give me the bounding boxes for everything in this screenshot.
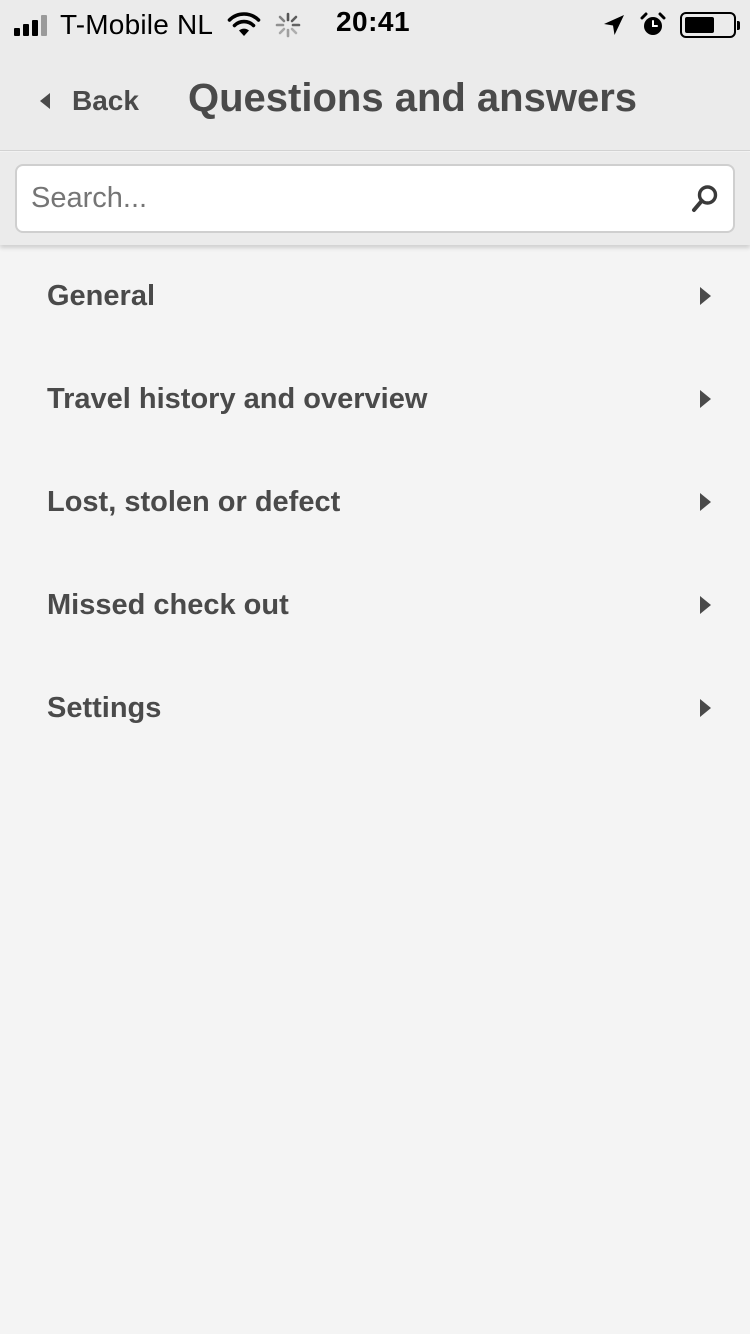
category-list: General Travel history and overview Lost… — [0, 246, 750, 761]
category-item-general[interactable]: General — [0, 246, 750, 349]
category-label: Lost, stolen or defect — [47, 486, 341, 518]
alarm-icon — [640, 12, 666, 35]
chevron-right-icon — [700, 699, 711, 717]
search-input[interactable] — [31, 166, 671, 231]
page-title: Questions and answers — [188, 76, 638, 120]
chevron-right-icon — [700, 493, 711, 511]
search-box[interactable] — [15, 164, 735, 233]
chevron-right-icon — [700, 390, 711, 408]
screen: T-Mobile NL 20:41 Back Questions and ans… — [0, 0, 750, 1334]
back-arrow-icon — [40, 93, 50, 109]
category-item-missed-check-out[interactable]: Missed check out — [0, 555, 750, 658]
search-area — [0, 152, 750, 245]
category-item-lost-stolen[interactable]: Lost, stolen or defect — [0, 452, 750, 555]
category-label: Settings — [47, 692, 162, 724]
category-item-settings[interactable]: Settings — [0, 658, 750, 761]
status-bar: T-Mobile NL 20:41 — [0, 0, 750, 50]
category-label: General — [47, 280, 155, 312]
category-item-travel-history[interactable]: Travel history and overview — [0, 349, 750, 452]
back-label: Back — [72, 85, 139, 116]
category-label: Missed check out — [47, 589, 289, 621]
chevron-right-icon — [700, 287, 711, 305]
category-label: Travel history and overview — [47, 383, 428, 415]
location-icon — [604, 15, 624, 35]
back-button[interactable]: Back — [40, 82, 139, 120]
status-right — [588, 8, 740, 42]
navigation-bar: Back Questions and answers — [0, 50, 750, 151]
search-icon[interactable] — [691, 184, 719, 214]
battery-icon — [680, 12, 740, 38]
chevron-right-icon — [700, 596, 711, 614]
